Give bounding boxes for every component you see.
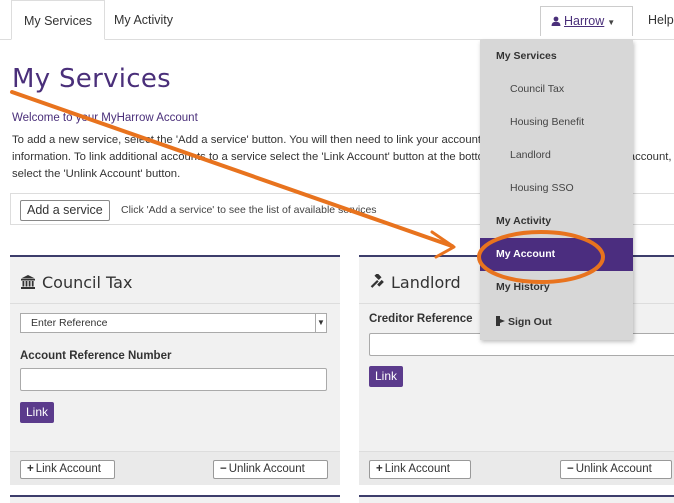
menu-item-sign-out[interactable]: Sign Out (480, 306, 633, 339)
tile-title-text: Landlord (391, 273, 461, 292)
user-icon (551, 16, 561, 26)
tile-title: Council Tax (20, 273, 132, 292)
tile-title: Landlord (369, 273, 461, 292)
unlink-account-label: Unlink Account (575, 463, 652, 475)
menu-item-my-account[interactable]: My Account (480, 238, 633, 271)
chevron-down-icon: ▼ (315, 314, 326, 332)
creditor-reference-label: Creditor Reference (369, 313, 473, 325)
reference-type-select[interactable]: Enter Reference ▼ (20, 313, 327, 333)
sign-out-label: Sign Out (508, 316, 552, 328)
menu-item-my-services[interactable]: My Services (480, 40, 633, 73)
gavel-icon (370, 274, 384, 288)
tile-footer: + Link Account − Unlink Account (359, 451, 674, 485)
menu-item-my-activity[interactable]: My Activity (480, 205, 633, 238)
link-account-button[interactable]: + Link Account (20, 460, 115, 479)
menu-item-council-tax[interactable]: Council Tax (480, 73, 633, 106)
menu-item-landlord[interactable]: Landlord (480, 139, 633, 172)
next-tile-top (359, 495, 674, 503)
link-account-button[interactable]: + Link Account (369, 460, 471, 479)
user-menu-toggle[interactable]: Harrow ▼ (540, 6, 633, 36)
caret-down-icon: ▼ (607, 18, 616, 27)
link-button[interactable]: Link (369, 366, 404, 387)
page-title: My Services (12, 64, 172, 94)
link-account-label: Link Account (384, 463, 450, 475)
next-tile-top (10, 495, 340, 503)
minus-icon: − (220, 463, 227, 475)
tile-footer: + Link Account − Unlink Account (10, 451, 340, 485)
help-link[interactable]: Help (648, 0, 674, 40)
council-tax-tile: Council Tax Enter Reference ▼ Account Re… (10, 255, 340, 485)
unlink-account-label: Unlink Account (228, 463, 305, 475)
link-account-label: Link Account (35, 463, 101, 475)
bank-icon (21, 275, 35, 289)
plus-icon: + (376, 463, 383, 475)
tab-my-activity[interactable]: My Activity (104, 0, 183, 40)
account-reference-input[interactable] (20, 368, 327, 391)
plus-icon: + (27, 463, 34, 475)
link-button[interactable]: Link (20, 402, 55, 423)
menu-item-housing-benefit[interactable]: Housing Benefit (480, 106, 633, 139)
menu-item-housing-sso[interactable]: Housing SSO (480, 172, 633, 205)
welcome-text: Welcome to your MyHarrow Account (12, 112, 198, 124)
minus-icon: − (567, 463, 574, 475)
divider (10, 303, 340, 304)
unlink-account-button[interactable]: − Unlink Account (213, 460, 328, 479)
add-service-hint: Click 'Add a service' to see the list of… (121, 204, 377, 216)
unlink-account-button[interactable]: − Unlink Account (560, 460, 672, 479)
tab-my-services[interactable]: My Services (11, 0, 105, 40)
select-value: Enter Reference (31, 317, 108, 329)
tile-title-text: Council Tax (42, 273, 133, 292)
add-service-button[interactable]: Add a service (20, 200, 110, 221)
account-reference-label: Account Reference Number (20, 350, 172, 362)
sign-out-icon (496, 316, 505, 326)
user-name: Harrow (564, 14, 605, 28)
user-dropdown-menu: My Services Council Tax Housing Benefit … (480, 40, 633, 340)
top-tab-bar: My Services My Activity Harrow ▼ Help (0, 0, 674, 40)
menu-item-my-history[interactable]: My History (480, 271, 633, 304)
